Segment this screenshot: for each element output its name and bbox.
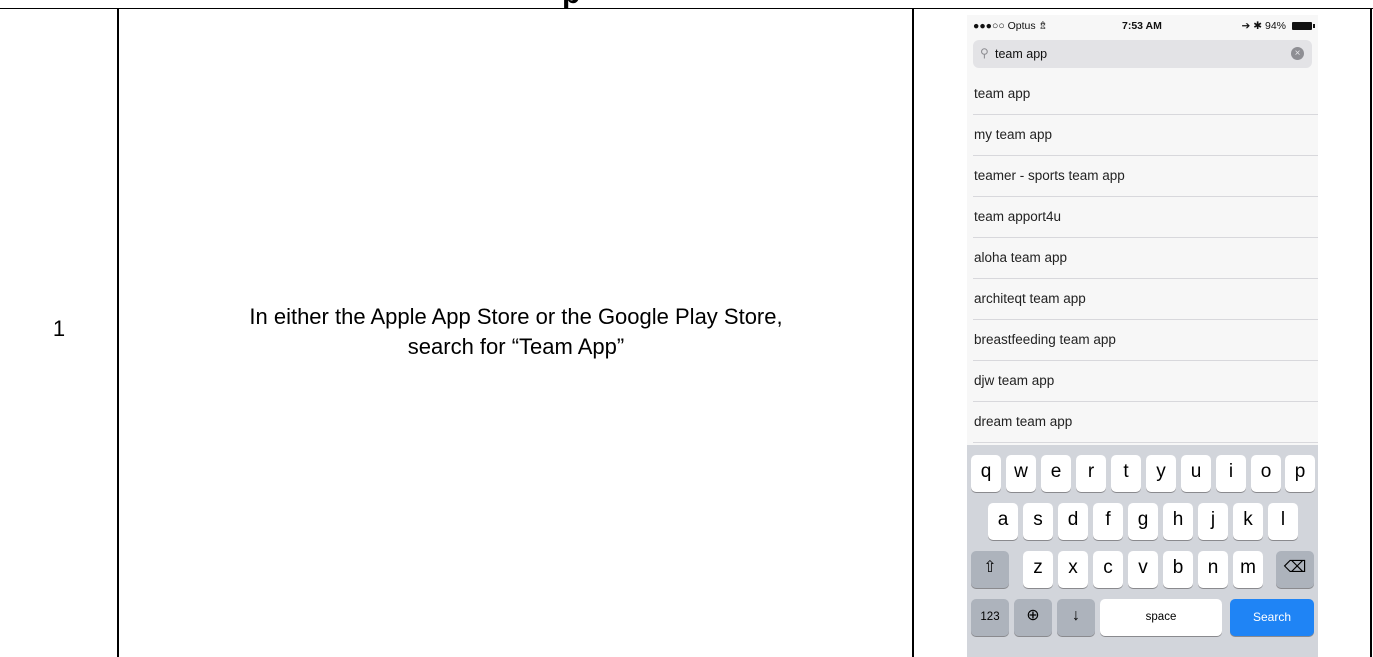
battery-icon xyxy=(1292,22,1315,30)
search-query: team app xyxy=(995,47,1048,61)
suggestion-item[interactable]: teamer - sports team app xyxy=(967,156,1318,197)
microphone-icon[interactable]: ↓ xyxy=(1057,599,1095,636)
key-t[interactable]: t xyxy=(1111,455,1141,492)
search-input[interactable]: ⚲ team app × xyxy=(973,40,1312,68)
key-d[interactable]: d xyxy=(1058,503,1088,540)
key-r[interactable]: r xyxy=(1076,455,1106,492)
key-j[interactable]: j xyxy=(1198,503,1228,540)
magnifier-icon: ⚲ xyxy=(980,46,989,60)
key-g[interactable]: g xyxy=(1128,503,1158,540)
onscreen-keyboard: q w e r t y u i o p a s d f g h j k l ⇧ … xyxy=(967,445,1318,657)
step-number: 1 xyxy=(52,316,66,341)
suggestion-item[interactable]: team apport4u xyxy=(967,197,1318,238)
key-e[interactable]: e xyxy=(1041,455,1071,492)
key-f[interactable]: f xyxy=(1093,503,1123,540)
battery-percent: ➔ ✱ 94% xyxy=(1241,20,1286,32)
carrier-label: ●●●○○ Optus ⇯ xyxy=(973,20,1048,32)
step-instruction-line-2: search for “Team App” xyxy=(407,334,625,359)
step-instruction-line-1: In either the Apple App Store or the Goo… xyxy=(249,304,783,329)
key-l[interactable]: l xyxy=(1268,503,1298,540)
status-bar: ●●●○○ Optus ⇯ 7:53 AM ➔ ✱ 94% xyxy=(967,15,1318,37)
key-q[interactable]: q xyxy=(971,455,1001,492)
backspace-key[interactable]: ⌫ xyxy=(1276,551,1314,588)
suggestion-list: team app my team app teamer - sports tea… xyxy=(967,74,1318,443)
suggestion-label: breastfeeding team app xyxy=(974,332,1116,347)
key-c[interactable]: c xyxy=(1093,551,1123,588)
suggestion-label: my team app xyxy=(974,127,1053,142)
key-k[interactable]: k xyxy=(1233,503,1263,540)
suggestion-label: dream team app xyxy=(974,414,1073,429)
clock-label: 7:53 AM xyxy=(1122,20,1162,32)
key-a[interactable]: a xyxy=(988,503,1018,540)
key-p[interactable]: p xyxy=(1285,455,1315,492)
suggestion-item[interactable]: team app xyxy=(967,74,1318,115)
key-i[interactable]: i xyxy=(1216,455,1246,492)
suggestion-label: aloha team app xyxy=(974,250,1068,265)
suggestion-label: architeqt team app xyxy=(974,291,1086,306)
globe-icon[interactable]: ⊕ xyxy=(1014,599,1052,636)
suggestion-item[interactable]: architeqt team app xyxy=(967,279,1318,320)
table-top-border xyxy=(0,8,1373,9)
suggestion-label: djw team app xyxy=(974,373,1055,388)
suggestion-item[interactable]: breastfeeding team app xyxy=(967,320,1318,361)
search-key[interactable]: Search xyxy=(1230,599,1314,636)
key-y[interactable]: y xyxy=(1146,455,1176,492)
key-w[interactable]: w xyxy=(1006,455,1036,492)
suggestion-item[interactable]: my team app xyxy=(967,115,1318,156)
key-m[interactable]: m xyxy=(1233,551,1263,588)
table-right-border xyxy=(1370,8,1372,657)
step-instruction: In either the Apple App Store or the Goo… xyxy=(120,302,912,362)
key-h[interactable]: h xyxy=(1163,503,1193,540)
key-o[interactable]: o xyxy=(1251,455,1281,492)
space-key[interactable]: space xyxy=(1100,599,1222,636)
key-x[interactable]: x xyxy=(1058,551,1088,588)
key-b[interactable]: b xyxy=(1163,551,1193,588)
suggestion-item[interactable]: aloha team app xyxy=(967,238,1318,279)
key-n[interactable]: n xyxy=(1198,551,1228,588)
suggestion-item[interactable]: dream team app xyxy=(967,402,1318,443)
numbers-key[interactable]: 123 xyxy=(971,599,1009,636)
shift-key[interactable]: ⇧ xyxy=(971,551,1009,588)
suggestion-label: teamer - sports team app xyxy=(974,168,1125,183)
key-s[interactable]: s xyxy=(1023,503,1053,540)
suggestion-item[interactable]: djw team app xyxy=(967,361,1318,402)
phone-screenshot: ●●●○○ Optus ⇯ 7:53 AM ➔ ✱ 94% ⚲ team app… xyxy=(967,15,1318,657)
column-divider-2 xyxy=(912,8,914,657)
clear-icon[interactable]: × xyxy=(1291,47,1304,60)
key-v[interactable]: v xyxy=(1128,551,1158,588)
suggestion-label: team apport4u xyxy=(974,209,1062,224)
key-u[interactable]: u xyxy=(1181,455,1211,492)
key-z[interactable]: z xyxy=(1023,551,1053,588)
suggestion-label: team app xyxy=(974,86,1031,101)
